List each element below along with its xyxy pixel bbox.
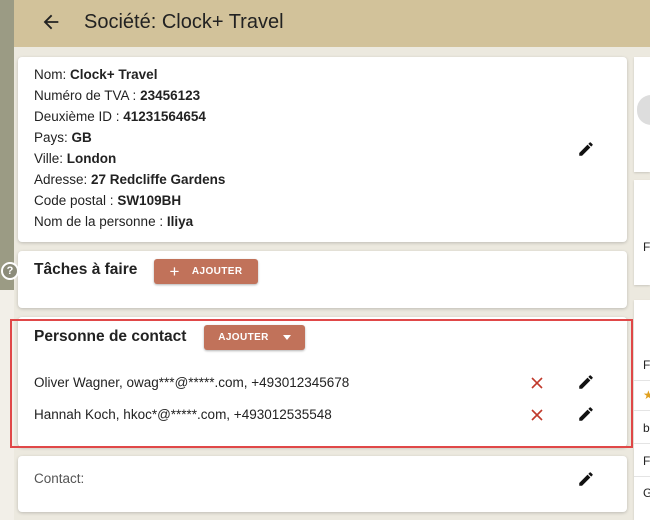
contact-row: Oliver Wagner, owag***@*****.com, +49301…: [34, 375, 350, 390]
edit-contact-info-icon[interactable]: [577, 470, 595, 488]
add-contact-label: AJOUTER: [218, 332, 269, 343]
right-side-panel: F F ★ b F G: [634, 55, 650, 520]
right-panel-circle: [637, 95, 650, 125]
right-panel-card: F ★ b F G: [634, 300, 650, 520]
tasks-title: Tâches à faire: [34, 261, 138, 278]
contact-row: Hannah Koch, hkoc*@*****.com, +493012535…: [34, 407, 332, 422]
app-header: Société: Clock+ Travel: [14, 0, 650, 47]
right-panel-separator: [634, 476, 650, 477]
right-panel-text: F: [643, 240, 650, 254]
help-icon[interactable]: ?: [1, 262, 19, 280]
add-task-button[interactable]: + AJOUTER: [154, 259, 258, 284]
right-panel-text: b: [643, 421, 650, 435]
right-panel-separator: [634, 380, 650, 381]
tasks-card: Tâches à faire + AJOUTER: [18, 251, 627, 308]
caret-down-icon: [282, 335, 291, 340]
left-nav-lower: [0, 290, 14, 520]
add-task-label: AJOUTER: [191, 266, 243, 277]
contact-persons-card: Personne de contact AJOUTER Oliver Wagne…: [18, 317, 627, 447]
right-panel-separator: [634, 443, 650, 444]
edit-contact-icon[interactable]: [577, 405, 595, 423]
delete-contact-icon[interactable]: [530, 376, 544, 390]
contacts-title: Personne de contact: [34, 328, 187, 345]
info-country: Pays: GB: [34, 130, 92, 145]
info-address: Adresse: 27 Redcliffe Gardens: [34, 172, 226, 187]
delete-contact-icon[interactable]: [530, 408, 544, 422]
edit-company-icon[interactable]: [577, 140, 595, 158]
info-vat: Numéro de TVA : 23456123: [34, 88, 201, 103]
company-info-card: Nom: Clock+ Travel Numéro de TVA : 23456…: [18, 57, 627, 242]
edit-contact-icon[interactable]: [577, 373, 595, 391]
right-panel-text: G: [643, 486, 650, 500]
info-second-id: Deuxième ID : 41231564654: [34, 109, 206, 124]
plus-icon: +: [169, 262, 180, 281]
info-name: Nom: Clock+ Travel: [34, 67, 158, 82]
right-panel-text: F: [643, 358, 650, 372]
star-icon: ★: [643, 388, 650, 402]
add-contact-dropdown-button[interactable]: AJOUTER: [204, 325, 305, 350]
contact-label: Contact:: [34, 471, 85, 486]
info-city: Ville: London: [34, 151, 117, 166]
info-person-name: Nom de la personne : Iliya: [34, 214, 194, 229]
right-panel-separator: [634, 410, 650, 411]
page-title: Société: Clock+ Travel: [84, 11, 284, 33]
info-postal-code: Code postal : SW109BH: [34, 193, 182, 208]
right-panel-card: [634, 57, 650, 172]
back-arrow-icon[interactable]: [40, 11, 62, 33]
right-panel-text: F: [643, 454, 650, 468]
contact-card: Contact:: [18, 456, 627, 512]
left-nav-strip: [0, 0, 14, 520]
right-panel-card: F: [634, 180, 650, 285]
